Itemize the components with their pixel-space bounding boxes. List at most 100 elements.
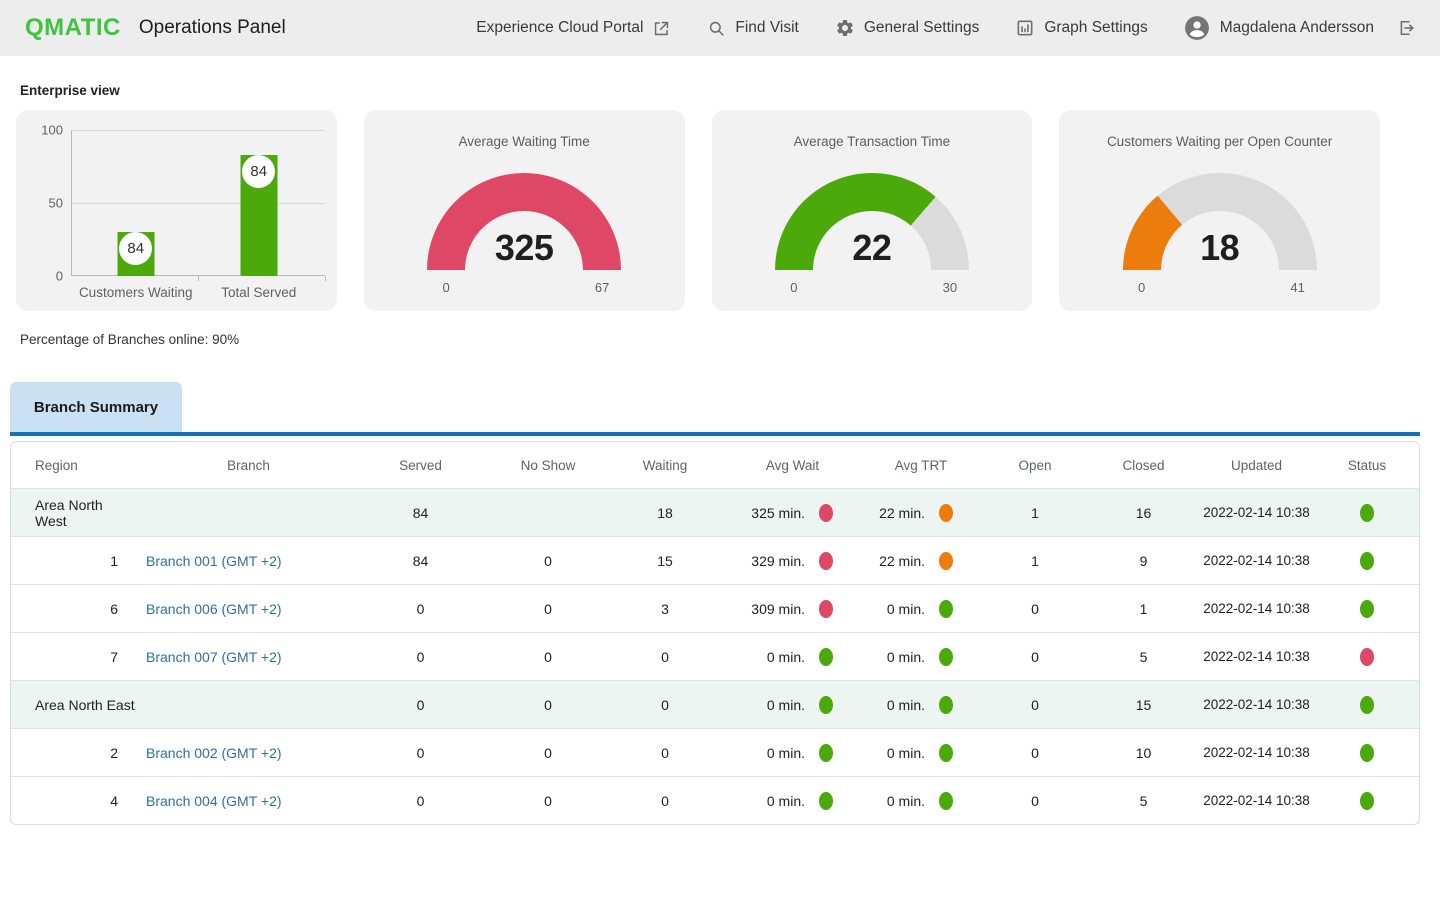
gauge-max-label: 67	[594, 280, 610, 295]
cell-status	[1315, 695, 1419, 714]
x-tick-mid	[197, 276, 199, 281]
branch-status-dot	[1360, 551, 1374, 570]
cell-waiting: 15	[657, 552, 673, 569]
cell-avg-trt: 0 min.	[861, 599, 981, 618]
cell-closed: 15	[1135, 696, 1152, 713]
tab-bar: Branch Summary	[10, 382, 1420, 436]
cell-region: 7	[110, 648, 118, 665]
cell-served: 0	[416, 600, 425, 617]
gauge-min-label: 0	[1138, 280, 1146, 295]
y-tick-50: 50	[48, 195, 63, 211]
logout-button[interactable]	[1396, 18, 1416, 38]
avg-wait-status-dot	[819, 599, 833, 618]
nav-graph-settings[interactable]: Graph Settings	[1015, 18, 1148, 38]
col-header-branch: Branch	[227, 457, 270, 473]
branch-link[interactable]: Branch 002 (GMT +2)	[146, 745, 282, 761]
nav-find-visit[interactable]: Find Visit	[707, 19, 799, 38]
cell-closed: 16	[1135, 504, 1152, 521]
cell-closed: 1	[1139, 600, 1148, 617]
table-row: 2 Branch 002 (GMT +2) 0 0 0 0 min. 0 min…	[11, 728, 1419, 776]
cell-open: 0	[1031, 696, 1039, 713]
avg-wait-status-dot	[819, 503, 833, 522]
branch-status-dot	[1360, 647, 1374, 666]
cell-no-show: 0	[544, 648, 552, 665]
gauge-title: Average Waiting Time	[458, 134, 590, 149]
avatar	[1184, 15, 1210, 41]
enterprise-view-label: Enterprise view	[20, 83, 120, 98]
tab-branch-summary[interactable]: Branch Summary	[10, 382, 182, 432]
cell-served: 0	[416, 744, 425, 761]
cell-region: 6	[110, 600, 118, 617]
y-tick-0: 0	[55, 268, 63, 284]
cell-avg-trt: 22 min.	[861, 551, 981, 570]
cell-updated: 2022-02-14 10:38	[1203, 505, 1310, 520]
cell-branch: Branch 001 (GMT +2)	[136, 553, 351, 569]
cell-region: Area North East	[35, 696, 135, 713]
branch-summary-table: Region Branch Served No Show Waiting Avg…	[10, 441, 1420, 825]
branch-link[interactable]: Branch 004 (GMT +2)	[146, 793, 282, 809]
col-header-region: Region	[35, 457, 78, 473]
cell-status	[1315, 647, 1419, 666]
avg-trt-status-dot	[939, 503, 953, 522]
nav-experience-cloud-portal[interactable]: Experience Cloud Portal	[476, 19, 671, 38]
graph-settings-icon	[1015, 18, 1035, 38]
cell-no-show: 0	[544, 696, 552, 713]
bar-customers-waiting: 84	[117, 232, 155, 276]
col-header-avg-wait: Avg Wait	[765, 457, 820, 473]
avg-trt-status-dot	[939, 599, 953, 618]
table-row: Area North East 0 0 0 0 min. 0 min. 0 15…	[11, 680, 1419, 728]
user-name: Magdalena Andersson	[1219, 19, 1374, 36]
cell-updated: 2022-02-14 10:38	[1203, 745, 1310, 760]
table-row: 1 Branch 001 (GMT +2) 84 0 15 329 min. 2…	[11, 536, 1419, 584]
avg-trt-status-dot	[939, 791, 953, 810]
nav-user[interactable]: Magdalena Andersson	[1184, 15, 1374, 41]
cell-closed: 10	[1135, 744, 1152, 761]
avg-transaction-time-card: Average Transaction Time 22 0 30	[711, 110, 1033, 311]
table-row: Area North West 84 18 325 min. 22 min. 1…	[11, 488, 1419, 536]
cell-avg-trt: 0 min.	[861, 743, 981, 762]
cell-avg-trt: 0 min.	[861, 695, 981, 714]
branch-status-dot	[1360, 743, 1374, 762]
cell-avg-trt: 0 min.	[861, 647, 981, 666]
col-header-waiting: Waiting	[642, 457, 688, 473]
avg-transaction-time-gauge: 22	[774, 173, 969, 270]
nav-general-settings[interactable]: General Settings	[835, 18, 979, 38]
cell-region: 4	[110, 792, 118, 809]
nav-general-settings-label: General Settings	[863, 19, 980, 36]
col-header-no-show: No Show	[520, 457, 576, 473]
branches-online-text: Percentage of Branches online: 90%	[20, 332, 240, 347]
external-link-icon	[652, 19, 671, 38]
cell-avg-wait: 329 min.	[724, 551, 861, 570]
cell-avg-trt: 0 min.	[861, 791, 981, 810]
header-nav: Experience Cloud Portal Find Visit Gener…	[476, 15, 1416, 41]
branch-status-dot	[1360, 599, 1374, 618]
col-header-avg-trt: Avg TRT	[894, 457, 948, 473]
cell-region: 1	[110, 552, 118, 569]
cell-waiting: 0	[661, 744, 669, 761]
avg-trt-status-dot	[939, 695, 953, 714]
gauge-max-label: 30	[942, 280, 958, 295]
cell-served: 0	[416, 648, 425, 665]
table-row: 4 Branch 004 (GMT +2) 0 0 0 0 min. 0 min…	[11, 776, 1419, 824]
cell-branch: Branch 004 (GMT +2)	[136, 793, 351, 809]
branch-link[interactable]: Branch 006 (GMT +2)	[146, 601, 282, 617]
customers-waiting-per-counter-card: Customers Waiting per Open Counter 18 0 …	[1059, 110, 1380, 311]
cell-avg-wait: 309 min.	[724, 599, 861, 618]
cell-avg-wait: 0 min.	[724, 791, 861, 810]
col-header-status: Status	[1347, 457, 1387, 473]
cell-no-show: 0	[544, 792, 552, 809]
gauge-min-label: 0	[790, 280, 798, 295]
nav-graph-settings-label: Graph Settings	[1044, 19, 1148, 36]
branch-link[interactable]: Branch 001 (GMT +2)	[146, 553, 282, 569]
cell-waiting: 18	[657, 504, 673, 521]
gauge-title: Average Transaction Time	[793, 134, 951, 149]
branch-link[interactable]: Branch 007 (GMT +2)	[146, 649, 282, 665]
cell-region: Area North West	[35, 496, 103, 529]
gauge-value: 22	[852, 227, 892, 268]
table-row: 6 Branch 006 (GMT +2) 0 0 3 309 min. 0 m…	[11, 584, 1419, 632]
cell-waiting: 0	[661, 648, 669, 665]
cell-open: 1	[1031, 552, 1039, 569]
col-header-served: Served	[399, 457, 442, 473]
gauge-min-label: 0	[442, 280, 450, 295]
branch-status-dot	[1360, 503, 1374, 522]
